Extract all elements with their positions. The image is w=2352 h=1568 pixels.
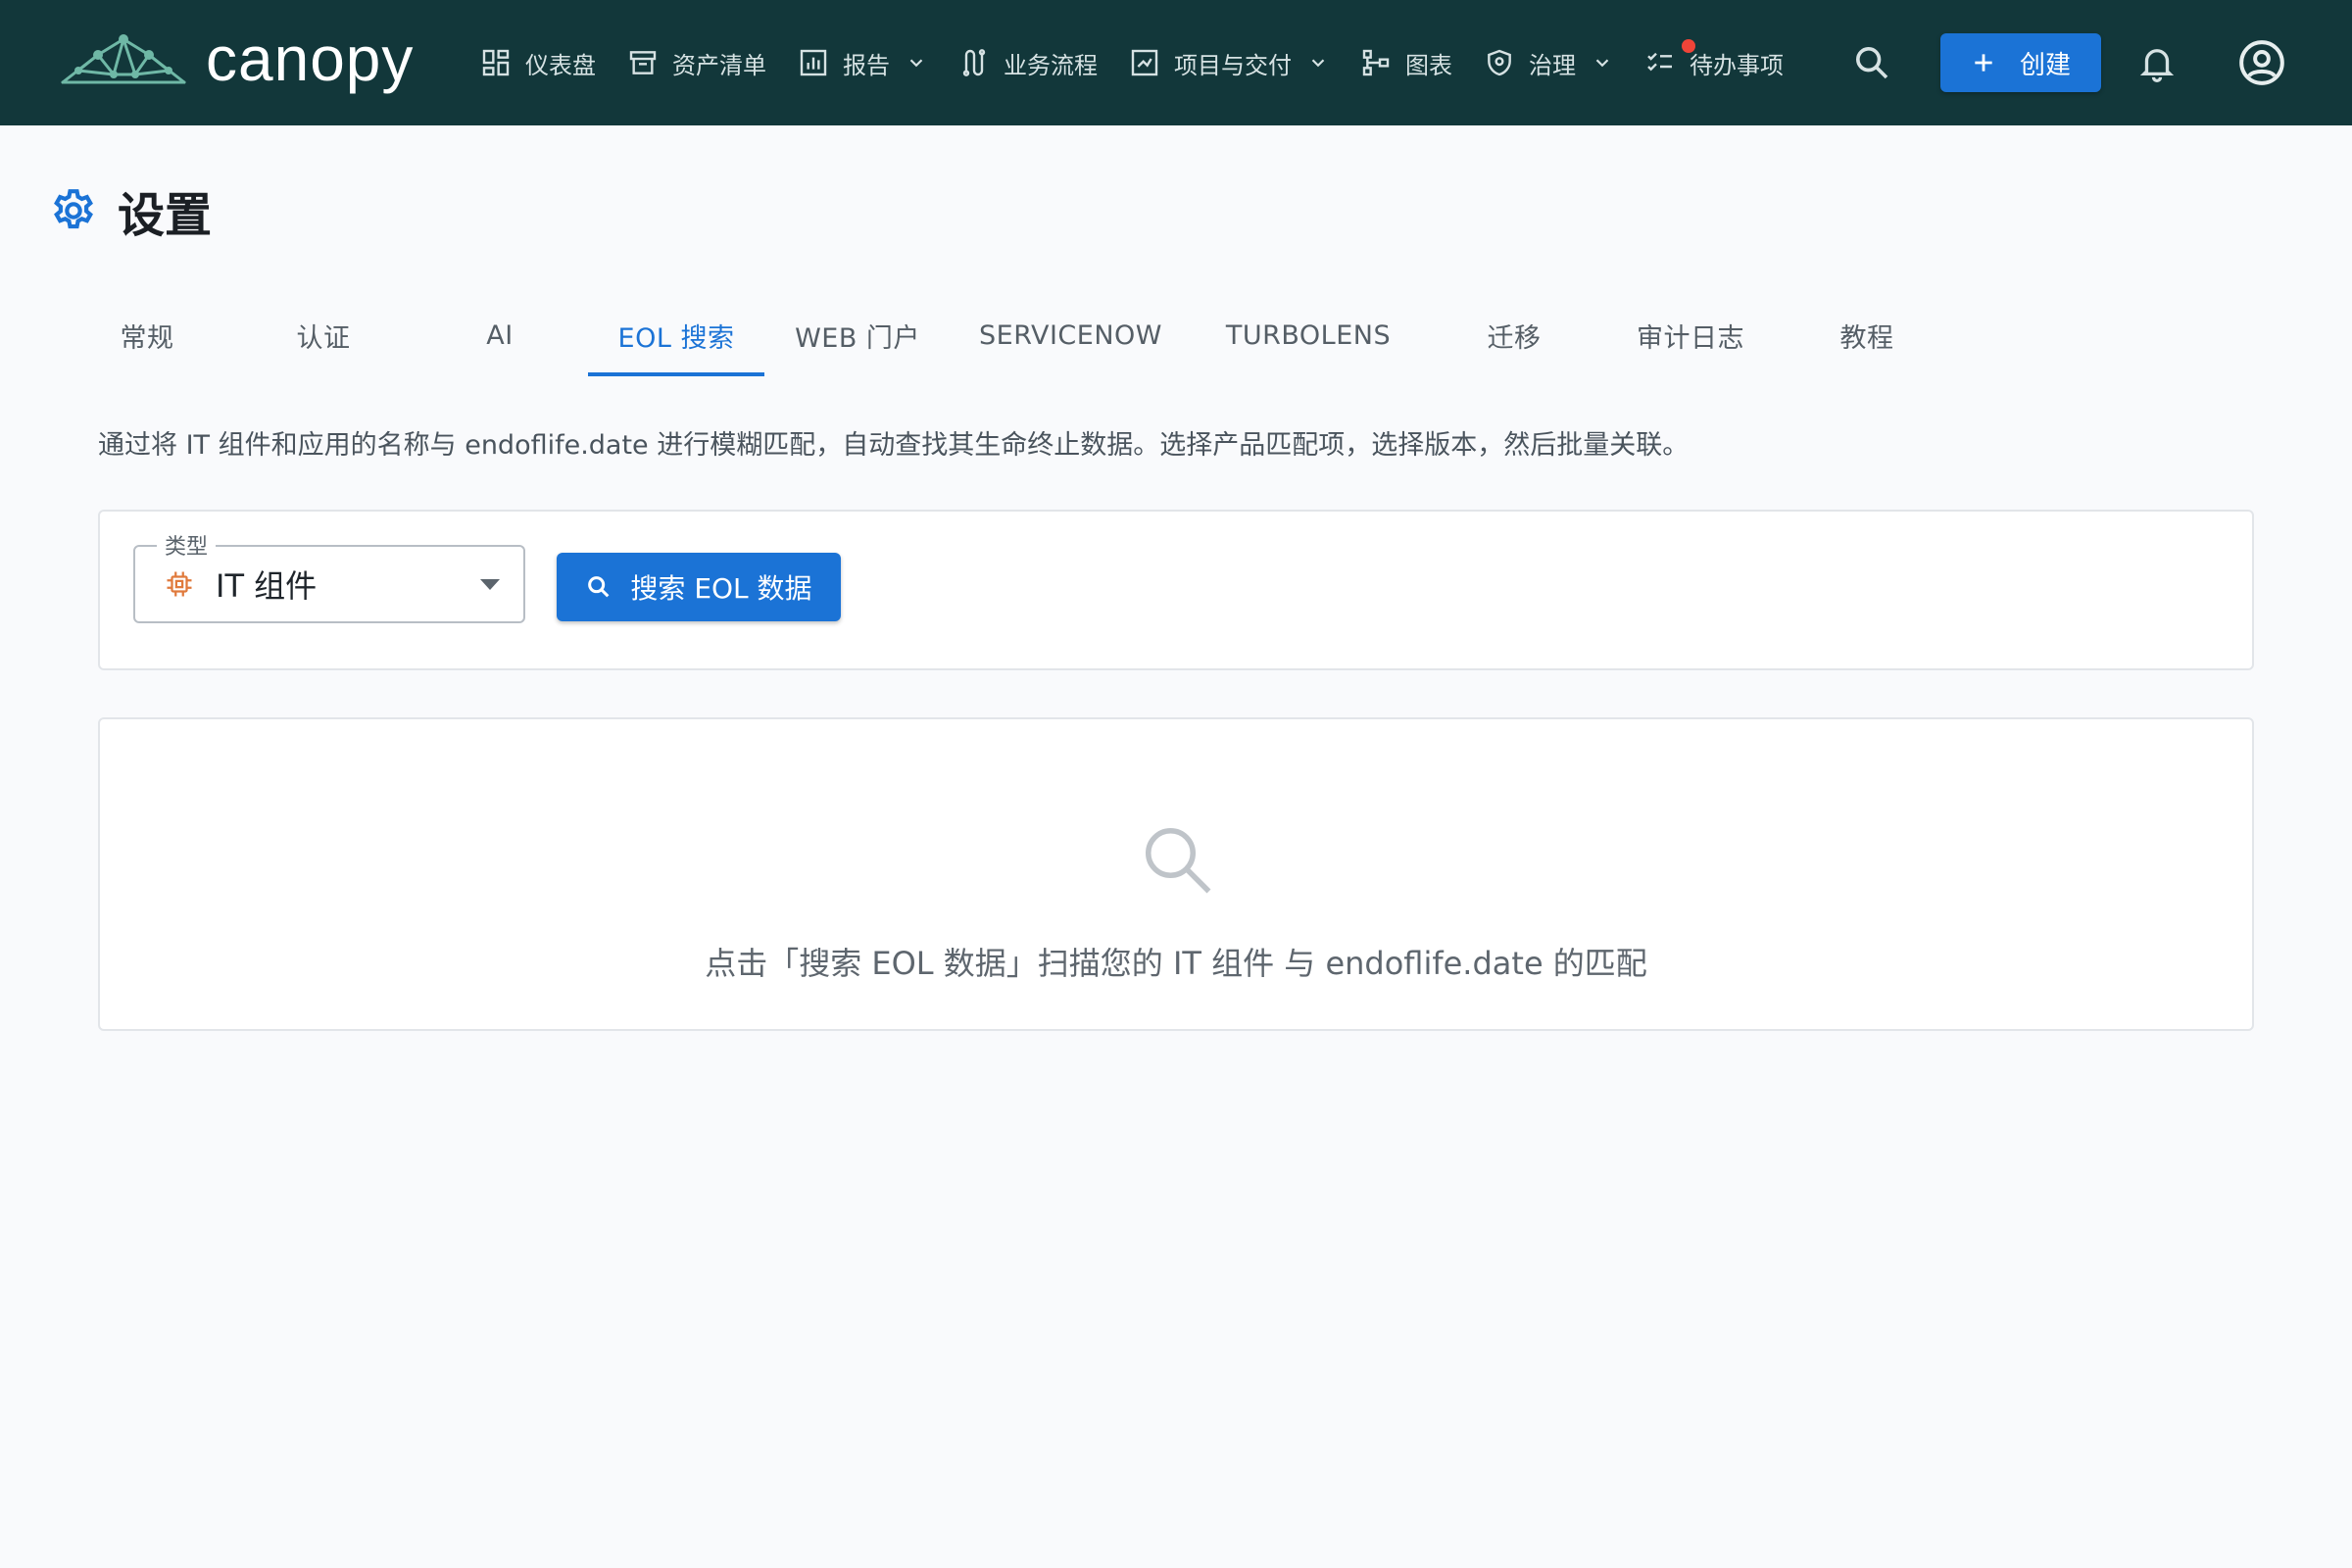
brand-logo[interactable]: canopy [59,27,480,94]
tab-general[interactable]: 常规 [59,294,235,376]
chevron-down-icon [1311,59,1325,68]
plus-icon [1975,54,1992,72]
search-eol-button-label: 搜索 EOL 数据 [630,572,812,605]
empty-state-message: 点击「搜索 EOL 数据」扫描您的 IT 组件 与 endoflife.date… [705,945,1647,982]
nav-item-business-process[interactable]: 业务流程 [958,0,1098,125]
nav-item-todos[interactable]: 待办事项 [1644,0,1784,125]
nav-item-governance[interactable]: 治理 [1484,0,1613,125]
notification-dot [1682,39,1695,53]
chevron-down-icon [909,59,923,68]
nav-item-label: 仪表盘 [525,51,596,79]
todo-icon-wrapper [1644,39,1695,78]
project-icon [1131,49,1158,76]
nav-item-dashboard[interactable]: 仪表盘 [480,0,596,125]
dashboard-icon [482,49,510,76]
canopy-logo-icon [61,33,186,84]
search-eol-button[interactable]: 搜索 EOL 数据 [557,553,841,621]
caret-down-icon [480,579,500,590]
gear-icon [54,189,93,229]
nav-item-reports[interactable]: 报告 [798,0,927,125]
type-select[interactable]: 类型 IT 组件 [133,529,525,623]
search-icon [588,576,610,598]
nav-item-label: 图表 [1405,51,1452,79]
search-icon [1145,827,1211,894]
page-header: 设置 [49,176,212,245]
search-icon[interactable] [1852,43,1891,82]
nav-item-diagrams[interactable]: 图表 [1360,0,1452,125]
nav-item-label: 待办事项 [1690,51,1784,79]
tab-migration[interactable]: 迁移 [1426,294,1602,376]
page-title: 设置 [118,188,213,243]
tab-turbolens[interactable]: TURBOLENS [1191,294,1426,376]
nav-item-inventory[interactable]: 资产清单 [627,0,766,125]
archive-icon [629,51,657,74]
top-navigation-bar: canopy 仪表盘 资产清单 报告 业务流程 项目与交付 图表 治理 待办事项… [0,0,2352,125]
tab-audit-log[interactable]: 审计日志 [1602,294,1779,376]
tab-eol-search[interactable]: EOL 搜索 [588,294,764,376]
eol-filter-card: 类型 IT 组件 搜索 EOL 数据 [98,510,2254,670]
type-select-label: 类型 [157,529,217,561]
nav-item-label: 报告 [843,51,890,79]
nav-item-label: 治理 [1529,51,1576,79]
tab-web-portal[interactable]: WEB 门户 [764,294,951,376]
account-icon[interactable] [2237,38,2286,87]
chevron-down-icon [1595,59,1609,68]
create-button-label: 创建 [2019,50,2071,80]
nav-item-projects[interactable]: 项目与交付 [1129,0,1329,125]
bell-icon[interactable] [2136,41,2178,84]
tab-servicenow[interactable]: SERVICENOW [951,294,1191,376]
nav-item-label: 资产清单 [672,51,766,79]
shield-icon [1488,49,1511,76]
nav-item-label: 业务流程 [1004,51,1098,79]
brand-name: canopy [206,24,415,94]
eol-description: 通过将 IT 组件和应用的名称与 endoflife.date 进行模糊匹配，自… [98,430,1690,461]
main-nav: 仪表盘 资产清单 报告 业务流程 项目与交付 图表 治理 待办事项 [480,0,1815,125]
tab-tutorial[interactable]: 教程 [1779,294,1955,376]
type-select-value: IT 组件 [216,567,318,605]
diagram-icon [1362,49,1390,76]
eol-results-empty-state: 点击「搜索 EOL 数据」扫描您的 IT 组件 与 endoflife.date… [98,717,2254,1031]
process-icon [962,49,986,76]
create-button[interactable]: 创建 [1940,33,2101,92]
checklist-icon [1647,52,1672,72]
bar-chart-icon [800,49,827,76]
tab-ai[interactable]: AI [412,294,588,376]
tab-authentication[interactable]: 认证 [235,294,412,376]
chip-icon [167,571,192,597]
nav-item-label: 项目与交付 [1174,51,1292,79]
settings-tabs: 常规 认证 AI EOL 搜索 WEB 门户 SERVICENOW TURBOL… [59,294,1955,376]
